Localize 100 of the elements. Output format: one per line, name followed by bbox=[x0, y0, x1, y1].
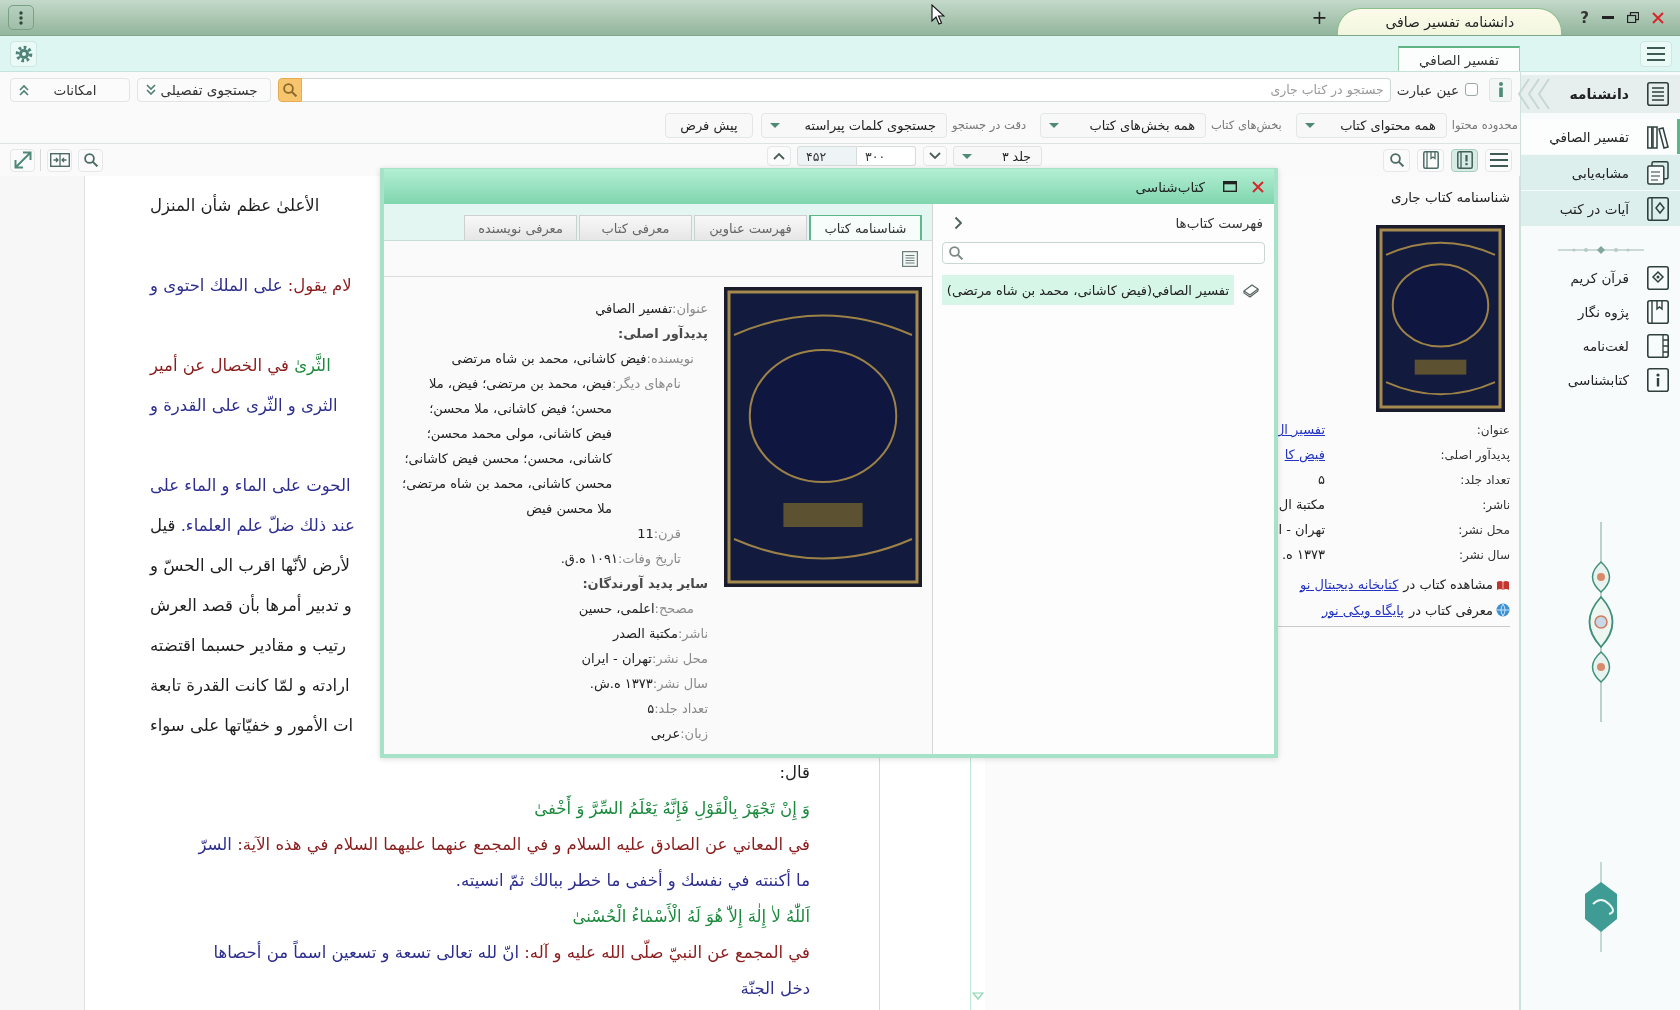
bookmark-book-icon bbox=[1647, 300, 1669, 324]
document-list-icon bbox=[902, 250, 918, 267]
book-link[interactable]: کتابخانه دیجیتال نو bbox=[1300, 576, 1399, 592]
sidebar-item[interactable]: کتابشناسی bbox=[1521, 363, 1680, 397]
search-button[interactable] bbox=[278, 77, 302, 102]
new-tab-button[interactable]: + bbox=[1310, 8, 1329, 27]
text-line: ات الأمور و خفيّاتها على سواء bbox=[150, 715, 354, 735]
book-link[interactable]: پایگاه ویکی نور bbox=[1321, 602, 1404, 618]
chevron-down-icon bbox=[929, 152, 941, 160]
document-tab[interactable]: تفسیر الصافي bbox=[1398, 46, 1520, 71]
view-button[interactable] bbox=[900, 248, 920, 269]
minimize-icon bbox=[1602, 16, 1614, 19]
field-value: تهران - ا bbox=[1278, 522, 1325, 537]
settings-button[interactable] bbox=[10, 40, 37, 67]
filter-dropdown[interactable]: جستجوی کلمات پیراسته bbox=[760, 112, 947, 138]
link-caption: معرفی کتاب در bbox=[1408, 602, 1493, 618]
next-page-button[interactable] bbox=[923, 146, 947, 166]
filter-dropdown[interactable]: همه محتوای کتاب bbox=[1295, 112, 1447, 138]
book-list-title: فهرست کتاب‌ها bbox=[1175, 215, 1263, 231]
restore-icon bbox=[1627, 12, 1639, 23]
info-icon bbox=[1497, 82, 1504, 97]
field-label: نویسنده: bbox=[646, 349, 694, 369]
dialog-tab[interactable]: شناسنامه کتاب bbox=[809, 215, 922, 240]
dialog-tab[interactable]: معرفی نویسنده bbox=[464, 215, 577, 240]
field-value: تهران - ایران bbox=[581, 649, 652, 669]
cursor-icon bbox=[931, 4, 945, 25]
caret-down-icon bbox=[1304, 122, 1315, 128]
split-view-icon bbox=[49, 153, 70, 167]
default-button[interactable]: پیش فرض bbox=[664, 112, 753, 138]
field-value: 11 bbox=[637, 524, 654, 543]
sidebar-item[interactable]: پژوه نگار bbox=[1521, 295, 1680, 329]
text-line: الثرى و الثّرى على القدرة و bbox=[150, 395, 338, 415]
field-value: مکتبة الصدر bbox=[612, 624, 678, 643]
book-icon bbox=[1243, 282, 1259, 298]
text-line: دخل الجنّة bbox=[740, 978, 810, 998]
search-icon bbox=[949, 246, 963, 260]
sidebar-header[interactable]: دانشنامه bbox=[1521, 75, 1680, 113]
book-info-icon bbox=[1456, 151, 1473, 169]
double-chevron-up-icon bbox=[19, 83, 29, 96]
expand-icon bbox=[13, 151, 32, 169]
book-info-button[interactable] bbox=[1451, 148, 1478, 172]
sidebar-item[interactable]: مشابه‌یابی bbox=[1521, 155, 1680, 190]
info-button[interactable] bbox=[1489, 77, 1512, 102]
field-label: تعداد جلد: bbox=[654, 699, 708, 718]
field-label: زبان: bbox=[680, 724, 708, 744]
help-button[interactable]: ? bbox=[1580, 8, 1589, 27]
search-field[interactable] bbox=[942, 242, 1265, 264]
panel-toggle-button[interactable] bbox=[954, 216, 963, 230]
book-icon bbox=[1647, 334, 1669, 358]
field-value: ۵ bbox=[647, 699, 655, 718]
filter-dropdown[interactable]: همه بخش‌های کتاب bbox=[1040, 112, 1207, 138]
field-label: محل نشر: bbox=[651, 649, 708, 666]
exact-phrase-checkbox[interactable] bbox=[1465, 83, 1478, 96]
field-label: تاریخ وفات: bbox=[617, 549, 681, 569]
text-line: ما أكننته في نفسك و أخفى ما خطر ببالك ثمّ انسيته. bbox=[455, 870, 810, 890]
search-field[interactable]: جستجو در کتاب جاری bbox=[302, 77, 1391, 102]
close-button[interactable] bbox=[1252, 180, 1264, 193]
search-icon bbox=[1389, 153, 1404, 167]
sidebar-item[interactable]: آیات در کتب bbox=[1521, 191, 1680, 226]
close-icon bbox=[1252, 180, 1264, 193]
field-label: تعداد جلد: bbox=[1460, 472, 1510, 487]
vertical-dots-icon bbox=[19, 10, 23, 25]
sidebar-item[interactable]: لغت‌نامه bbox=[1521, 329, 1680, 363]
field-value: مکتبة ال bbox=[1278, 497, 1325, 512]
previous-page-button[interactable] bbox=[767, 146, 791, 166]
field-label: مصحح: bbox=[654, 599, 694, 618]
maximize-button[interactable] bbox=[1223, 181, 1237, 192]
bookmark-button[interactable] bbox=[1417, 148, 1444, 172]
expand-button[interactable] bbox=[10, 148, 35, 172]
window-tab[interactable]: دانشنامه تفسیر صافی bbox=[1337, 8, 1563, 35]
volume-dropdown[interactable]: جلد ۳ bbox=[953, 146, 1042, 166]
features-button[interactable]: امکانات bbox=[10, 77, 130, 102]
book-list-item[interactable]: تفسیر الصافي(فیض کاشانی، محمد بن شاه مرتضی) bbox=[941, 275, 1234, 305]
books-icon bbox=[1647, 124, 1669, 149]
restore-button[interactable] bbox=[1627, 12, 1639, 23]
field-link[interactable]: فیض کا bbox=[1284, 447, 1325, 462]
search-icon bbox=[283, 82, 297, 97]
dialog-tab[interactable]: معرفی کتاب bbox=[579, 215, 692, 240]
sidebar-item[interactable]: قرآن کریم bbox=[1521, 261, 1680, 295]
menu-icon bbox=[1647, 46, 1665, 61]
document-list-icon bbox=[1647, 82, 1669, 106]
panel-title: شناسنامه کتاب جاری bbox=[1391, 189, 1510, 205]
close-button[interactable] bbox=[1652, 11, 1664, 24]
text-line: الأعلىٰ عظم شأن المنزل bbox=[150, 195, 320, 215]
globe-icon bbox=[1496, 603, 1510, 617]
text-line: لأرض لأنّها اقرب الى الحسّ و bbox=[150, 555, 350, 575]
text-line: عند ذلك ضلّ علم العلماء. قيل bbox=[150, 515, 355, 535]
field-label: سال نشر: bbox=[652, 674, 708, 693]
info-icon bbox=[1647, 368, 1669, 392]
link-caption: مشاهده کتاب در bbox=[1403, 576, 1493, 592]
split-view-button[interactable] bbox=[47, 148, 72, 172]
page-field[interactable]: ۳۰۰ bbox=[857, 146, 916, 166]
advanced-search-button[interactable]: جستجوی تفصیلی bbox=[137, 77, 271, 102]
dialog-tab[interactable]: فهرست عناوین bbox=[694, 215, 807, 240]
filter-label: بخش‌های کتاب bbox=[1211, 118, 1282, 132]
chevron-right-icon bbox=[954, 216, 963, 230]
field-value: فیض، محمد بن مرتضی؛ فیض، ملا محسن؛ فیض کاشانی، ملا محسن؛ فیض کاشانی، مولی محمد محسن؛ کاشانی، محسن؛ محسن فیض کاشانی؛ محسن کاشانی، محمد بن شاه مرتضی؛ ملا محسن فیض bbox=[401, 374, 613, 519]
field-value: ۱۳۷۳ ه. bbox=[1282, 547, 1325, 562]
bookmark-book-icon bbox=[1422, 151, 1439, 169]
page-count-field[interactable]: ۴۵۲ bbox=[797, 146, 857, 166]
